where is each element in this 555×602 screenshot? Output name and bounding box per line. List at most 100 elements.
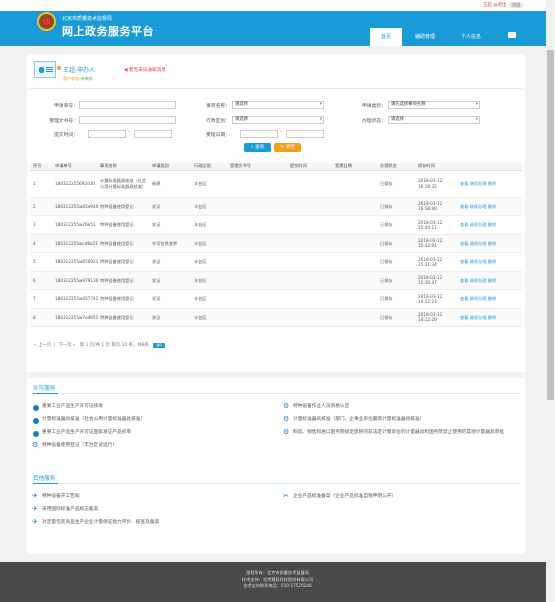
submit-time-end[interactable] [134,130,172,138]
apply-no-input[interactable] [79,101,176,109]
item-name-select[interactable]: 请选择 [232,101,324,109]
row-actions-links[interactable]: 查看 继续办理 删除 [460,181,496,186]
notice-text: 暂无未读通知消息 [129,68,166,73]
cell-accept-date [332,289,377,309]
notice-message[interactable]: ◀ 暂无未读通知消息 [124,67,166,73]
column-header: 申请单号 [52,163,97,171]
exit-button[interactable]: 退出 [509,2,524,8]
cell-submit-time [287,234,332,253]
mail-icon[interactable] [508,32,516,38]
go-button[interactable]: go [153,343,165,348]
gear-icon [283,402,290,411]
other-service-link[interactable]: 对定量包装商品生产企业计量保证能力评价、核查及备案 [42,519,262,527]
cell-actions[interactable]: 查看 继续办理 删除 [457,289,522,309]
scrollbar[interactable] [546,0,555,602]
row-actions-links[interactable]: 查看 继续办理 删除 [460,259,496,264]
row-actions-links[interactable]: 查看 继续办理 删除 [460,278,496,283]
column-header: 序号 [30,163,52,171]
accept-date-start[interactable] [240,130,278,138]
license-service-link[interactable]: 重要工业产品生产许可证国家发证产品初审 [42,429,262,437]
license-service-link[interactable]: 重要工业产品生产许可证核发 [42,403,262,411]
accept-no-label: 受理文书号： [49,119,78,124]
license-service-link[interactable]: 特种设备作业人员资格认定 [293,403,523,411]
search-button[interactable]: ⌕ 查询 [244,143,271,152]
top-bar: 王超 @退出 退出 [0,0,555,11]
process-status-select[interactable]: 请选择 [388,116,480,124]
prev-page-link[interactable]: « 上一页 [34,343,51,348]
plane-icon [32,505,39,514]
footer-copyright: 版权所有：北京市质量技术监督局 [246,570,309,575]
cell-submit-time [287,170,332,198]
nav-home[interactable]: 首页 [370,28,402,46]
cell-save-time: 2018-03-12 15:44:11 [415,215,457,235]
other-service-link[interactable]: 特种设备开工告知 [42,493,262,501]
table-row: 6 180312255w979130 特种设备使用登记 发证 丰台区 已保存 2018-03… [30,271,522,290]
cell-no: 5 [30,252,52,272]
user-status: 用户状态:待审核 [63,76,92,82]
license-service-link[interactable]: 特种设备使用登记（丰台区试运行） [42,442,262,450]
accept-date-end[interactable] [286,130,324,138]
cell-accept-no [227,234,287,253]
license-service-link[interactable]: 制造、销售和进口国务院规定废除的非法定计量单位的计量器具和国务院禁止使用的其他计… [293,429,523,437]
cell-apply-no: 180312255wcd8a21 [52,234,98,253]
next-page-link[interactable]: 下一页 » [58,343,75,348]
cell-district: 丰台区 [191,197,227,216]
cell-type: 发证 [149,308,191,327]
submit-time-start[interactable] [88,130,126,138]
district-select[interactable]: 请选择 [232,116,324,124]
cell-item: 特种设备使用登记 [97,252,149,272]
license-service-link[interactable]: 计量标准器具核准（社会公用计量标准器具核准） [42,416,262,424]
row-actions-links[interactable]: 查看 继续办理 删除 [460,241,496,246]
row-actions-links[interactable]: 查看 继续办理 删除 [460,296,496,301]
cell-actions[interactable]: 查看 继续办理 删除 [457,234,522,253]
row-actions-links[interactable]: 查看 继续办理 删除 [460,222,496,227]
cell-district: 丰台区 [191,271,227,290]
cell-no: 6 [30,271,52,290]
cell-actions[interactable]: 查看 继续办理 删除 [457,308,522,327]
cell-district: 丰台区 [191,215,227,235]
cell-status: 已保存 [377,289,415,309]
cell-actions[interactable]: 查看 继续办理 删除 [457,197,522,216]
cell-apply-no: 180312255w457742 [52,289,98,309]
row-actions-links[interactable]: 查看 继续办理 删除 [460,315,496,320]
cell-item: 特种设备使用登记 [97,234,149,253]
avatar-icon [34,61,56,78]
accept-date-sep: - [280,130,282,135]
apply-type-select[interactable]: 请先选择事项名称 [388,101,480,109]
scrollbar-thumb[interactable] [547,50,554,400]
column-header: 申请类别 [149,163,191,171]
other-service-link[interactable]: 采用国际标准产品标志备案 [42,506,262,514]
row-actions-links[interactable]: 查看 继续办理 删除 [460,204,496,209]
cell-actions[interactable]: 查看 继续办理 删除 [457,215,522,235]
cell-district: 丰台区 [191,289,227,309]
user-logout-link[interactable]: 王超 @退出 [483,2,506,8]
cell-actions[interactable]: 查看 继续办理 删除 [457,252,522,272]
cell-item: 计量标准器具核准（社会公用计量标准器具核准） [97,170,149,198]
cell-item: 特种设备使用登记 [97,308,149,327]
cell-status: 已保存 [377,252,415,272]
accept-no-input[interactable] [79,116,176,124]
nav-profile[interactable]: 个人信息 [450,28,492,46]
footer-phone: 技术支持联系电话：010-57520246 [243,583,312,588]
reset-button[interactable]: ↻ 清空 [274,143,301,152]
nav-assist[interactable]: 辅助管理 [402,28,448,46]
license-service-link[interactable]: 计量标准器具核准（部门、企事业单位最高计量标准器具核准） [293,416,523,424]
table-row: 3 180312255w26e51 特种设备使用登记 发证 丰台区 已保存 2018-03-… [30,215,522,235]
brand-subtitle: 北京市质量技术监督局 [62,16,113,22]
cell-actions[interactable]: 查看 继续办理 删除 [457,170,522,198]
cell-accept-date [332,271,377,290]
cell-status: 已保存 [377,308,415,327]
cell-submit-time [287,308,332,327]
gear-icon [283,428,290,437]
search-button-label: 查询 [254,145,265,150]
process-status-label: 办理状态： [362,119,386,124]
accept-date-label: 受理日期： [206,133,230,138]
cell-actions[interactable]: 查看 继续办理 删除 [457,271,522,290]
pagination: « 上一页 | 下一页 » 第 1 页/共 1 页 每页 10 条，共8条 go [34,342,165,348]
cell-type: 发证 [149,271,191,290]
cell-status: 已保存 [377,215,415,235]
other-service-link[interactable]: 企业产品标准备案（企业产品标准自我申明公开） [293,493,523,501]
column-header: 行政区划 [191,163,227,171]
other-section-title: 其他服务 [33,476,56,482]
circle-icon [33,405,39,411]
